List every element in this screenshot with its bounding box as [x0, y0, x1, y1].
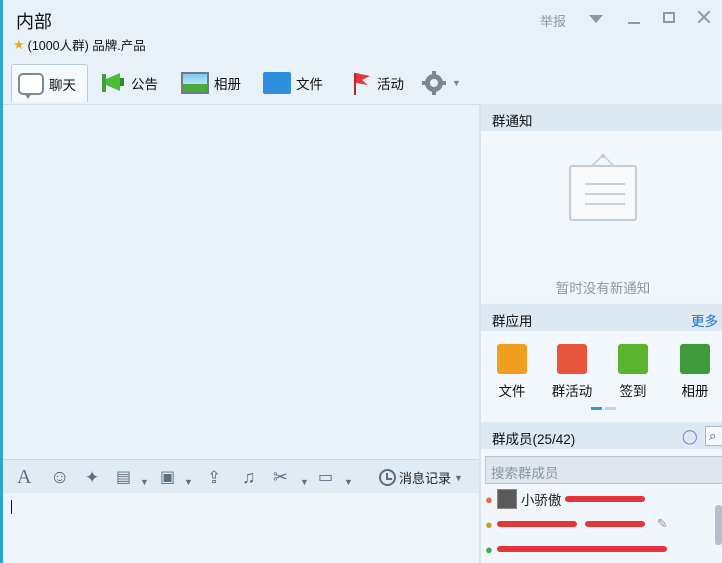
- chat-message-area: [3, 104, 479, 459]
- member-list-scrollbar[interactable]: [715, 505, 722, 545]
- photo-icon: [680, 344, 710, 374]
- tab-label: 聊天: [49, 77, 76, 93]
- member-name: 小骄傲: [520, 493, 562, 508]
- upload-icon[interactable]: ⇪: [207, 468, 221, 487]
- group-chat-window: 内部 ★ (1000人群) 品牌.产品 举报 聊天 公告 相册 文件 活动 ▼ …: [0, 0, 722, 563]
- tab-files[interactable]: 文件: [263, 64, 323, 102]
- redaction-mark: [584, 521, 645, 527]
- chevron-down-icon[interactable]: ▼: [344, 473, 353, 492]
- tab-announcement[interactable]: 公告: [100, 64, 158, 102]
- tab-label: 文件: [296, 77, 323, 92]
- checkbox-icon: [618, 344, 648, 374]
- apps-header: 群应用: [481, 304, 722, 331]
- search-icon[interactable]: ⌕: [705, 426, 722, 446]
- notice-header: 群通知: [481, 104, 722, 131]
- user-icon: ●: [485, 541, 493, 557]
- list-item[interactable]: ● 小骄傲: [485, 487, 711, 511]
- tab-album[interactable]: 相册: [181, 64, 241, 102]
- member-list: ● 小骄傲 ● ✎ ●: [481, 485, 722, 563]
- edit-icon[interactable]: ✎: [657, 516, 668, 532]
- app-group-activity[interactable]: 群活动: [542, 344, 602, 400]
- star-icon: ★: [13, 36, 25, 52]
- clock-icon: [379, 469, 396, 486]
- chat-bubble-icon[interactable]: ◯: [682, 428, 698, 445]
- chevron-down-icon: ▼: [454, 472, 463, 483]
- image-icon[interactable]: ▣: [160, 468, 175, 487]
- notice-empty-text: 暂时没有新通知: [555, 281, 651, 296]
- app-label: 相册: [681, 384, 709, 399]
- chevron-down-icon: ▼: [452, 78, 461, 88]
- folder-icon: [263, 72, 291, 94]
- chat-bubble-icon: [18, 72, 44, 99]
- group-description: (1000人群) 品牌.产品: [27, 39, 146, 53]
- report-button[interactable]: 举报: [540, 11, 566, 30]
- tab-label: 活动: [377, 77, 404, 92]
- scissors-icon[interactable]: ✂: [273, 468, 288, 487]
- app-files[interactable]: 文件: [482, 344, 542, 400]
- app-album[interactable]: 相册: [665, 344, 722, 400]
- redaction-mark: [496, 521, 577, 527]
- minimize-button[interactable]: [628, 22, 640, 24]
- apps-more-link[interactable]: 更多: [691, 310, 718, 330]
- app-label: 文件: [498, 384, 526, 399]
- tab-activity[interactable]: 活动: [348, 64, 404, 102]
- font-icon[interactable]: A: [17, 467, 31, 487]
- redaction-mark: [496, 546, 667, 552]
- apps-title: 群应用: [492, 314, 533, 329]
- emoji-icon[interactable]: ☺: [50, 468, 69, 487]
- avatar: [496, 489, 517, 509]
- chevron-down-icon[interactable]: ▼: [300, 473, 309, 492]
- chevron-down-icon[interactable]: ▼: [140, 473, 149, 492]
- members-title: 群成员(25/42): [492, 432, 576, 447]
- tab-label: 相册: [214, 77, 241, 92]
- message-input[interactable]: [3, 493, 479, 563]
- title-bar: 内部 ★ (1000人群) 品牌.产品 举报: [3, 0, 722, 60]
- history-label: 消息记录: [399, 471, 452, 486]
- list-item[interactable]: ● ✎: [485, 512, 711, 536]
- pager-dot[interactable]: [605, 407, 616, 410]
- flag-icon: [557, 344, 587, 374]
- group-subtitle: ★ (1000人群) 品牌.产品: [13, 35, 146, 54]
- message-history-button[interactable]: 消息记录 ▼: [379, 468, 463, 487]
- tab-label: 公告: [131, 77, 158, 92]
- photo-icon: [181, 72, 209, 94]
- close-button[interactable]: [697, 10, 711, 24]
- notice-section: 暂时没有新通知: [481, 131, 722, 303]
- apps-pager[interactable]: [591, 407, 616, 410]
- tab-chat[interactable]: 聊天: [11, 64, 88, 102]
- app-label: 群活动: [551, 384, 593, 399]
- flag-icon: [354, 73, 370, 95]
- tab-bar: 聊天 公告 相册 文件 活动 ▼: [3, 60, 722, 104]
- pager-dot-active[interactable]: [591, 407, 602, 410]
- member-search-input[interactable]: 搜索群成员: [485, 456, 722, 484]
- gift-icon[interactable]: ▤: [116, 468, 131, 487]
- redaction-mark: [565, 496, 646, 502]
- maximize-button[interactable]: [663, 12, 675, 23]
- user-icon: ●: [485, 491, 493, 507]
- more-tools-icon[interactable]: ▭: [318, 468, 333, 487]
- user-icon: ●: [485, 516, 493, 532]
- group-title: 内部: [16, 12, 52, 32]
- right-panel: 群通知 暂时没有新通知 群应用 更多 文件 群活动 签到 相册 群成员(25/4…: [481, 104, 722, 563]
- list-item[interactable]: ●: [485, 537, 711, 561]
- gear-icon: [422, 71, 446, 95]
- folder-icon: [497, 344, 527, 374]
- text-caret: [11, 500, 12, 514]
- app-checkin[interactable]: 签到: [603, 344, 663, 400]
- settings-menu-button[interactable]: ▼: [421, 64, 461, 102]
- megaphone-icon: [102, 73, 124, 92]
- magic-wand-icon[interactable]: ✦: [85, 468, 99, 487]
- app-label: 签到: [619, 384, 647, 399]
- dropdown-menu-icon[interactable]: [589, 15, 603, 23]
- notice-board-icon: [569, 165, 637, 221]
- music-icon[interactable]: ♫: [242, 468, 256, 487]
- chevron-down-icon[interactable]: ▼: [184, 473, 193, 492]
